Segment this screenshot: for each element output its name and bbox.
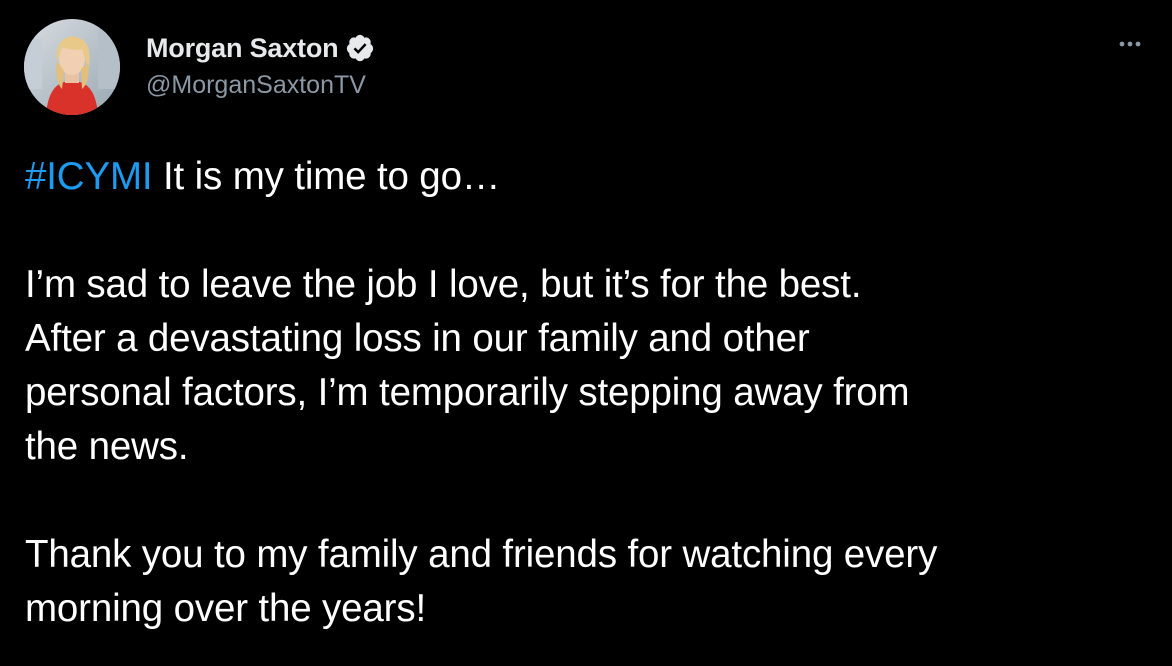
more-horizontal-icon <box>1119 41 1141 47</box>
avatar[interactable] <box>24 19 120 115</box>
author-handle[interactable]: @MorganSaxtonTV <box>146 71 366 100</box>
tweet-line: personal factors, I’m temporarily steppi… <box>25 371 910 414</box>
tweet-line-text: It is my time to go… <box>152 155 501 198</box>
tweet-line: I’m sad to leave the job I love, but it’… <box>25 263 862 306</box>
tweet-line: the news. <box>25 425 189 468</box>
hashtag-link[interactable]: #ICYMI <box>25 155 153 198</box>
profile-photo-icon <box>24 19 120 115</box>
tweet-text: #ICYMI It is my time to go… I’m sad to l… <box>25 150 1145 636</box>
tweet-line: #ICYMI It is my time to go… <box>25 150 1145 204</box>
tweet-line: Thank you to my family and friends for w… <box>25 533 938 576</box>
author-display-name[interactable]: Morgan Saxton <box>146 33 339 64</box>
tweet-line: After a devastating loss in our family a… <box>25 317 810 360</box>
more-options-button[interactable] <box>1112 30 1148 58</box>
author-name-row: Morgan Saxton <box>146 30 375 66</box>
verified-badge-icon <box>345 33 375 63</box>
tweet-card: Morgan Saxton @MorganSaxtonTV #ICYMI It … <box>0 0 1172 666</box>
tweet-line: morning over the years! <box>25 587 426 630</box>
